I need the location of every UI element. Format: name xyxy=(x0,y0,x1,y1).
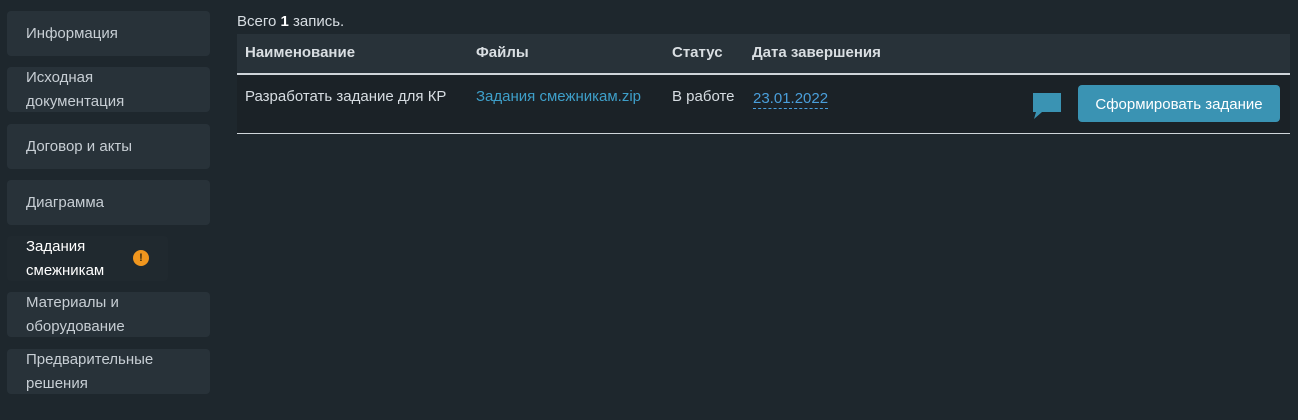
column-header-date[interactable]: Дата завершения xyxy=(752,44,881,61)
record-count-value: 1 xyxy=(280,13,289,30)
task-name: Разработать задание для КР xyxy=(245,88,447,105)
sidebar-item-label: Предварительные решения xyxy=(26,350,154,392)
sidebar-item-label: Информация xyxy=(26,24,118,42)
sidebar-item-label: Задания смежникам xyxy=(26,237,105,279)
sidebar-item-tasks[interactable]: Задания смежникам ! xyxy=(7,236,168,281)
table-row: Разработать задание для КР Задания смежн… xyxy=(237,75,1290,134)
sidebar-item-source-docs[interactable]: Исходная документация xyxy=(7,67,210,112)
main-content: Всего 1 запись. Наименование Файлы Стату… xyxy=(237,12,1290,134)
record-count-prefix: Всего xyxy=(237,13,281,30)
record-count: Всего 1 запись. xyxy=(237,12,1290,34)
table-header: Наименование Файлы Статус Дата завершени… xyxy=(237,34,1290,75)
app-root: Информация Исходная документация Договор… xyxy=(0,0,1298,420)
sidebar-item-info[interactable]: Информация xyxy=(7,11,210,56)
sidebar-item-label: Договор и акты xyxy=(26,137,133,155)
record-count-suffix: запись. xyxy=(288,13,345,30)
column-header-name[interactable]: Наименование xyxy=(245,44,355,61)
chat-bubble-icon[interactable] xyxy=(1032,92,1062,120)
tasks-table: Наименование Файлы Статус Дата завершени… xyxy=(237,34,1290,134)
file-link[interactable]: Задания смежникам.zip xyxy=(476,88,641,105)
generate-task-button[interactable]: Сформировать задание xyxy=(1078,85,1280,122)
column-header-status[interactable]: Статус xyxy=(672,44,723,61)
sidebar-item-label: Материалы и оборудование xyxy=(26,293,125,335)
exclamation-icon: ! xyxy=(133,250,149,266)
column-header-files[interactable]: Файлы xyxy=(476,44,529,61)
sidebar-item-diagram[interactable]: Диаграмма xyxy=(7,180,210,225)
sidebar-item-label: Исходная документация xyxy=(26,68,125,110)
sidebar-item-label: Диаграмма xyxy=(26,193,105,211)
sidebar-item-contract[interactable]: Договор и акты xyxy=(7,124,210,169)
due-date[interactable]: 23.01.2022 xyxy=(753,90,829,109)
sidebar-item-materials[interactable]: Материалы и оборудование xyxy=(7,292,210,337)
status-text: В работе xyxy=(672,88,735,105)
sidebar-item-preliminary[interactable]: Предварительные решения xyxy=(7,349,210,394)
